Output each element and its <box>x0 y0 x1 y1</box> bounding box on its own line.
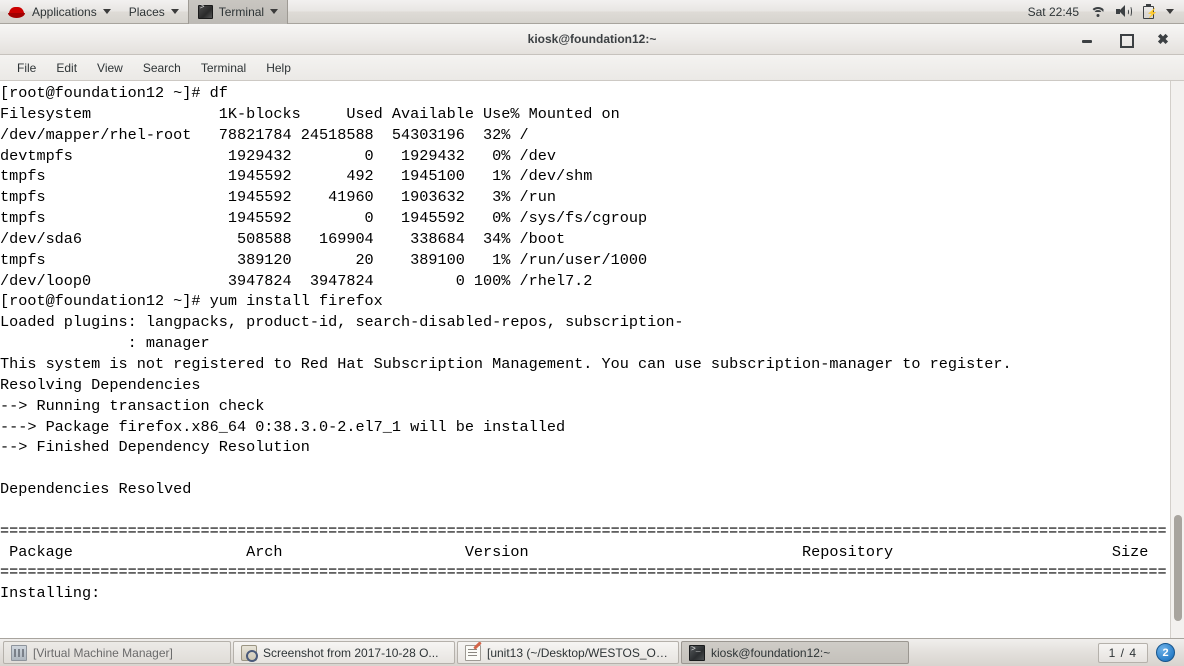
chevron-down-icon <box>170 9 179 14</box>
menu-view[interactable]: View <box>87 55 133 81</box>
applications-menu-label: Applications <box>32 4 97 19</box>
terminal-output-area[interactable]: [root@foundation12 ~]# df Filesystem 1K-… <box>0 81 1184 638</box>
close-icon[interactable]: ✖ <box>1156 32 1170 46</box>
window-controls: ✖ <box>1080 32 1184 48</box>
taskbar-item-unit13[interactable]: [unit13 (~/Desktop/WESTOS_OS... <box>457 641 679 664</box>
taskbar-item-label: [unit13 (~/Desktop/WESTOS_OS... <box>487 645 671 660</box>
text-editor-icon <box>465 644 481 661</box>
screenshot-icon <box>241 644 258 662</box>
virtual-machine-manager-icon <box>11 644 27 661</box>
taskbar: [Virtual Machine Manager] Screenshot fro… <box>0 638 1184 666</box>
notification-badge[interactable]: 2 <box>1156 643 1175 662</box>
taskbar-right: 1 / 4 2 <box>1097 642 1181 663</box>
taskbar-item-label: [Virtual Machine Manager] <box>33 645 173 660</box>
chevron-down-icon <box>270 9 279 14</box>
terminal-window-menu-label: Terminal <box>218 4 265 19</box>
terminal-window-menu[interactable]: Terminal <box>187 0 289 24</box>
vertical-scrollbar[interactable] <box>1170 81 1184 638</box>
volume-icon[interactable] <box>1116 5 1132 18</box>
menu-edit[interactable]: Edit <box>46 55 87 81</box>
terminal-window: kiosk@foundation12:~ ✖ File Edit View Se… <box>0 24 1184 638</box>
places-menu[interactable]: Places <box>120 0 188 24</box>
top-panel: Applications Places Terminal Sat 22:45 ⚡ <box>0 0 1184 24</box>
applications-menu[interactable]: Applications <box>0 0 120 24</box>
menubar: File Edit View Search Terminal Help <box>0 55 1184 81</box>
terminal-icon <box>197 3 213 19</box>
menu-terminal[interactable]: Terminal <box>191 55 256 81</box>
scrollbar-thumb[interactable] <box>1174 515 1182 622</box>
minimize-icon[interactable] <box>1080 32 1094 46</box>
taskbar-item-terminal[interactable]: kiosk@foundation12:~ <box>681 641 909 664</box>
taskbar-item-label: kiosk@foundation12:~ <box>711 645 831 660</box>
system-tray: Sat 22:45 ⚡ <box>1028 4 1184 19</box>
clock[interactable]: Sat 22:45 <box>1028 5 1079 19</box>
redhat-logo-icon <box>8 4 25 19</box>
chevron-down-icon <box>102 9 111 14</box>
menu-help[interactable]: Help <box>256 55 301 81</box>
places-menu-label: Places <box>128 4 165 19</box>
taskbar-item-label: Screenshot from 2017-10-28 O... <box>263 645 439 660</box>
workspace-switcher[interactable]: 1 / 4 <box>1097 642 1148 663</box>
chevron-down-icon[interactable] <box>1166 9 1174 14</box>
maximize-icon[interactable] <box>1118 32 1134 48</box>
window-title: kiosk@foundation12:~ <box>527 32 657 46</box>
taskbar-item-screenshot[interactable]: Screenshot from 2017-10-28 O... <box>233 641 455 664</box>
menu-search[interactable]: Search <box>133 55 191 81</box>
window-titlebar[interactable]: kiosk@foundation12:~ ✖ <box>0 24 1184 55</box>
battery-icon[interactable]: ⚡ <box>1143 4 1158 19</box>
taskbar-item-virtual-machine-manager[interactable]: [Virtual Machine Manager] <box>3 641 231 664</box>
terminal-icon <box>689 644 705 661</box>
terminal-text: [root@foundation12 ~]# df Filesystem 1K-… <box>0 84 1167 603</box>
menu-file[interactable]: File <box>7 55 46 81</box>
wifi-icon[interactable] <box>1090 6 1105 18</box>
